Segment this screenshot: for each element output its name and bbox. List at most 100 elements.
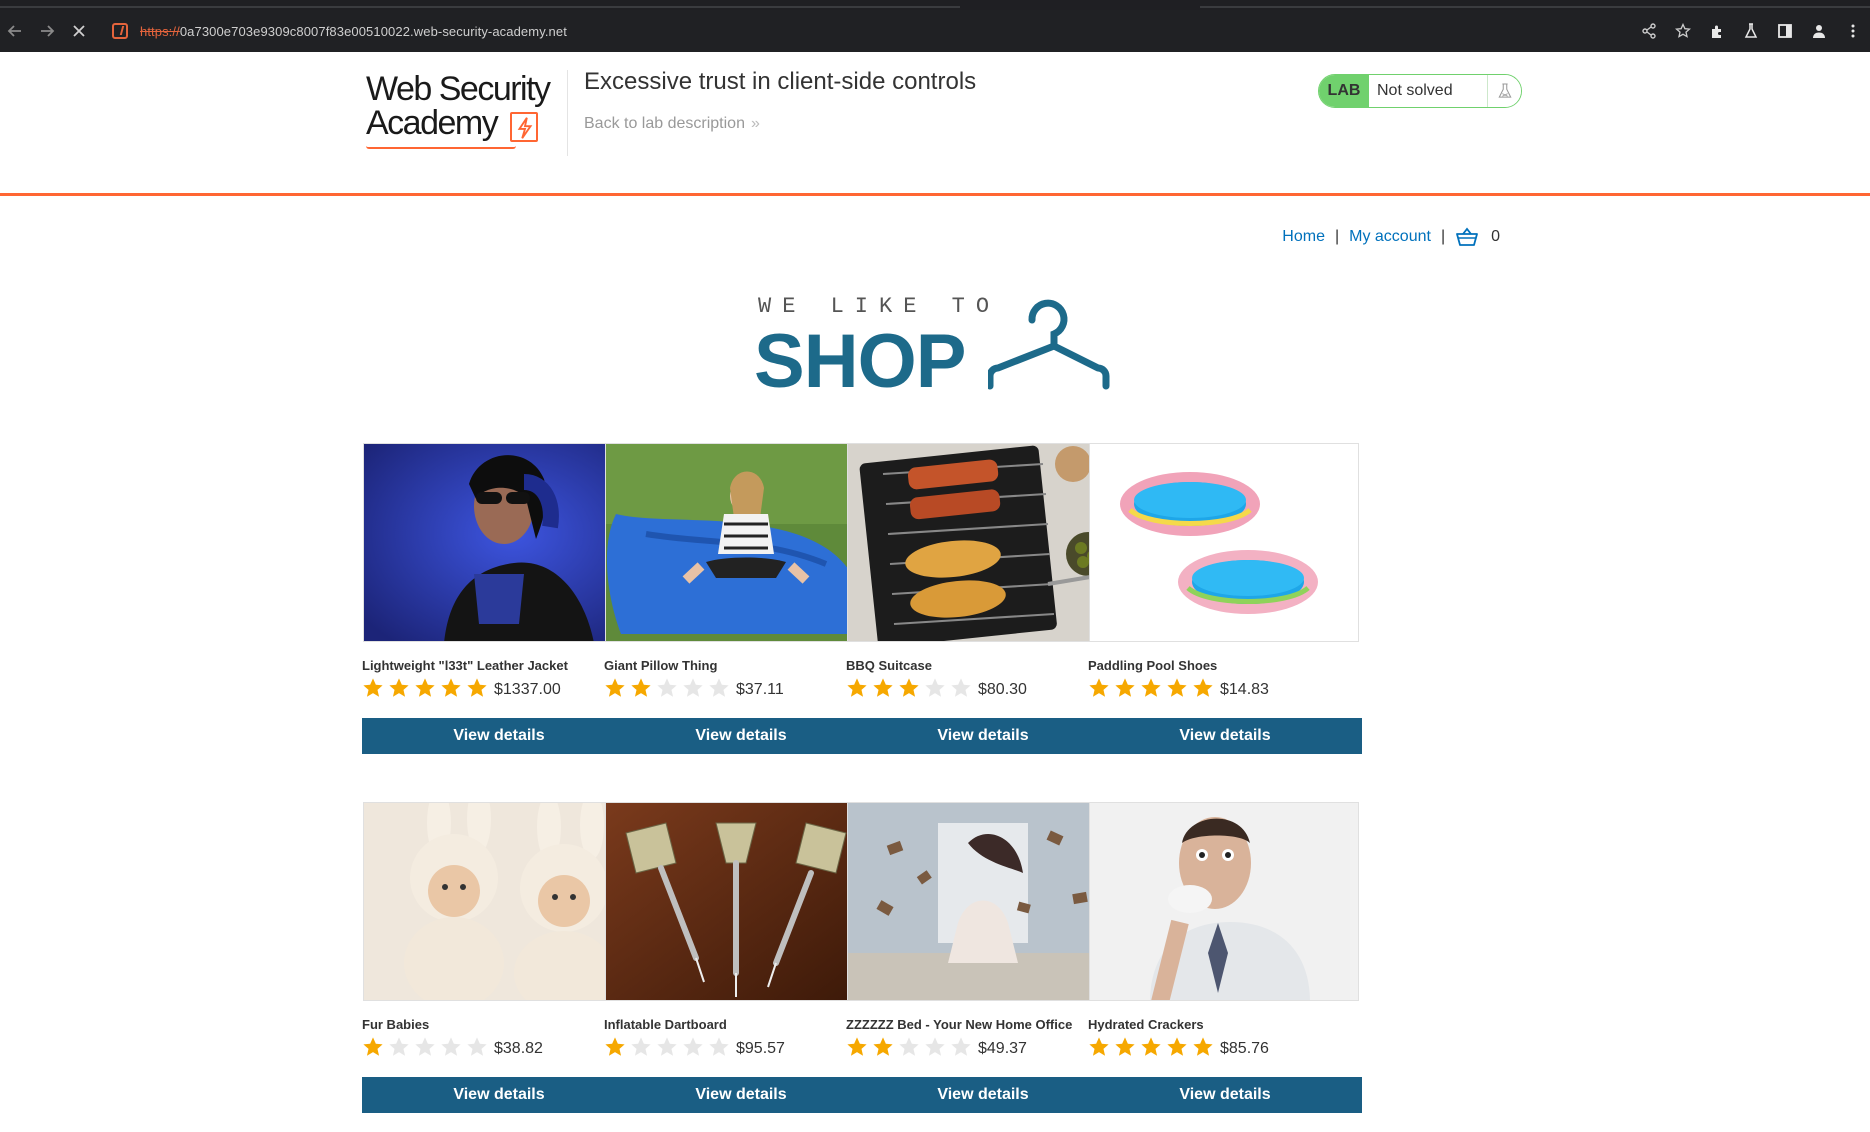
view-details-button[interactable]: View details bbox=[604, 718, 878, 754]
hanger-icon bbox=[988, 299, 1110, 390]
view-details-button[interactable]: View details bbox=[362, 718, 636, 754]
star-empty-icon bbox=[657, 678, 677, 697]
view-details-button[interactable]: View details bbox=[846, 718, 1120, 754]
product-price: $37.11 bbox=[736, 681, 784, 698]
star-filled-icon bbox=[1193, 678, 1213, 697]
product-price: $1337.00 bbox=[494, 681, 561, 698]
lab-title: Excessive trust in client-side controls bbox=[584, 68, 977, 95]
product-price: $14.83 bbox=[1220, 681, 1269, 698]
view-details-button[interactable]: View details bbox=[604, 1077, 878, 1113]
cart-link[interactable]: 0 bbox=[1455, 227, 1500, 247]
bookmark-star-icon[interactable] bbox=[1666, 23, 1700, 39]
url-text[interactable]: https://0a7300e703e9309c8007f83e00510022… bbox=[140, 24, 567, 39]
star-empty-icon bbox=[951, 1037, 971, 1056]
star-empty-icon bbox=[709, 1037, 729, 1056]
logo-line-2: Academy bbox=[366, 106, 556, 142]
star-filled-icon bbox=[1115, 678, 1135, 697]
product-price: $95.57 bbox=[736, 1040, 785, 1057]
menu-icon[interactable] bbox=[1836, 23, 1870, 39]
star-filled-icon bbox=[1115, 1037, 1135, 1056]
product-name: Paddling Pool Shoes bbox=[1088, 658, 1218, 673]
product-image-giant-pillow bbox=[605, 443, 875, 642]
back-icon[interactable] bbox=[4, 20, 26, 42]
address-bar[interactable]: https://0a7300e703e9309c8007f83e00510022… bbox=[104, 17, 1664, 45]
extensions-icon[interactable] bbox=[1700, 23, 1734, 39]
product-rating: $49.37 bbox=[846, 1036, 1027, 1058]
star-filled-icon bbox=[899, 678, 919, 697]
product-name: Giant Pillow Thing bbox=[604, 658, 718, 673]
lab-extension-icon[interactable] bbox=[1734, 23, 1768, 39]
product-price: $38.82 bbox=[494, 1040, 543, 1057]
star-empty-icon bbox=[657, 1037, 677, 1056]
flask-icon[interactable] bbox=[1487, 75, 1521, 107]
forward-icon[interactable] bbox=[36, 20, 58, 42]
star-empty-icon bbox=[925, 1037, 945, 1056]
star-empty-icon bbox=[899, 1037, 919, 1056]
product-name: Fur Babies bbox=[362, 1017, 430, 1032]
product-price: $49.37 bbox=[978, 1040, 1027, 1057]
star-filled-icon bbox=[363, 678, 383, 697]
product-image-inflatable-dartboard bbox=[605, 802, 875, 1001]
banner-tagline: WE LIKE TO bbox=[758, 294, 1001, 319]
view-details-button[interactable]: View details bbox=[1088, 1077, 1362, 1113]
product-rating: $38.82 bbox=[362, 1036, 543, 1058]
logo-line-1: Web Security bbox=[366, 70, 551, 108]
side-panel-icon[interactable] bbox=[1768, 23, 1802, 39]
product-name: Lightweight "l33t" Leather Jacket bbox=[362, 658, 568, 673]
product-image-zzzzzz-bed bbox=[847, 802, 1117, 1001]
star-empty-icon bbox=[389, 1037, 409, 1056]
web-security-academy-logo[interactable]: Web Security Academy bbox=[366, 72, 556, 162]
star-empty-icon bbox=[631, 1037, 651, 1056]
cart-count: 0 bbox=[1491, 228, 1500, 245]
share-icon[interactable] bbox=[1632, 23, 1666, 39]
browser-tab[interactable] bbox=[0, 0, 960, 8]
lab-state: Not solved bbox=[1369, 75, 1487, 107]
star-empty-icon bbox=[683, 678, 703, 697]
product-rating: $37.11 bbox=[604, 677, 784, 699]
product-image-bbq-suitcase bbox=[847, 443, 1117, 642]
product-rating: $85.76 bbox=[1088, 1036, 1269, 1058]
product-price: $80.30 bbox=[978, 681, 1027, 698]
browser-actions bbox=[1632, 20, 1870, 42]
star-filled-icon bbox=[441, 678, 461, 697]
view-details-button[interactable]: View details bbox=[362, 1077, 636, 1113]
back-to-lab-description-link[interactable]: Back to lab description» bbox=[584, 115, 760, 133]
nav-separator: | bbox=[1334, 228, 1340, 245]
banner-title: SHOP bbox=[754, 319, 966, 404]
star-filled-icon bbox=[873, 678, 893, 697]
nav-home-link[interactable]: Home bbox=[1282, 228, 1325, 246]
lab-status-widget: LAB Not solved bbox=[1318, 74, 1522, 108]
cart-basket-icon bbox=[1456, 227, 1478, 246]
profile-icon[interactable] bbox=[1802, 23, 1836, 39]
star-empty-icon bbox=[441, 1037, 461, 1056]
nav-separator: | bbox=[1440, 228, 1446, 245]
product-name: Hydrated Crackers bbox=[1088, 1017, 1204, 1032]
product-image-hydrated-crackers bbox=[1089, 802, 1359, 1001]
star-filled-icon bbox=[389, 678, 409, 697]
product-rating: $14.83 bbox=[1088, 677, 1269, 699]
star-filled-icon bbox=[467, 678, 487, 697]
star-empty-icon bbox=[925, 678, 945, 697]
nav-my-account-link[interactable]: My account bbox=[1349, 228, 1431, 246]
product-image-paddling-pool-shoes bbox=[1089, 443, 1359, 642]
academy-header: Web Security Academy Excessive trust in … bbox=[0, 52, 1870, 196]
shop-banner: WE LIKE TO SHOP bbox=[752, 290, 1112, 404]
product-name: ZZZZZZ Bed - Your New Home Office bbox=[846, 1017, 1073, 1032]
star-filled-icon bbox=[1141, 678, 1161, 697]
product-name: BBQ Suitcase bbox=[846, 658, 932, 673]
product-name: Inflatable Dartboard bbox=[604, 1017, 727, 1032]
browser-tab[interactable] bbox=[1200, 0, 1870, 8]
not-secure-icon[interactable] bbox=[112, 23, 128, 39]
view-details-button[interactable]: View details bbox=[846, 1077, 1120, 1113]
view-details-button[interactable]: View details bbox=[1088, 718, 1362, 754]
star-filled-icon bbox=[1089, 678, 1109, 697]
product-price: $85.76 bbox=[1220, 1040, 1269, 1057]
star-filled-icon bbox=[1167, 678, 1187, 697]
star-filled-icon bbox=[605, 1037, 625, 1056]
product-image-leather-jacket bbox=[363, 443, 633, 642]
star-empty-icon bbox=[683, 1037, 703, 1056]
logo-underline bbox=[366, 146, 516, 149]
stop-loading-icon[interactable] bbox=[68, 20, 90, 42]
star-filled-icon bbox=[1193, 1037, 1213, 1056]
logo-bolt-icon bbox=[510, 112, 538, 142]
